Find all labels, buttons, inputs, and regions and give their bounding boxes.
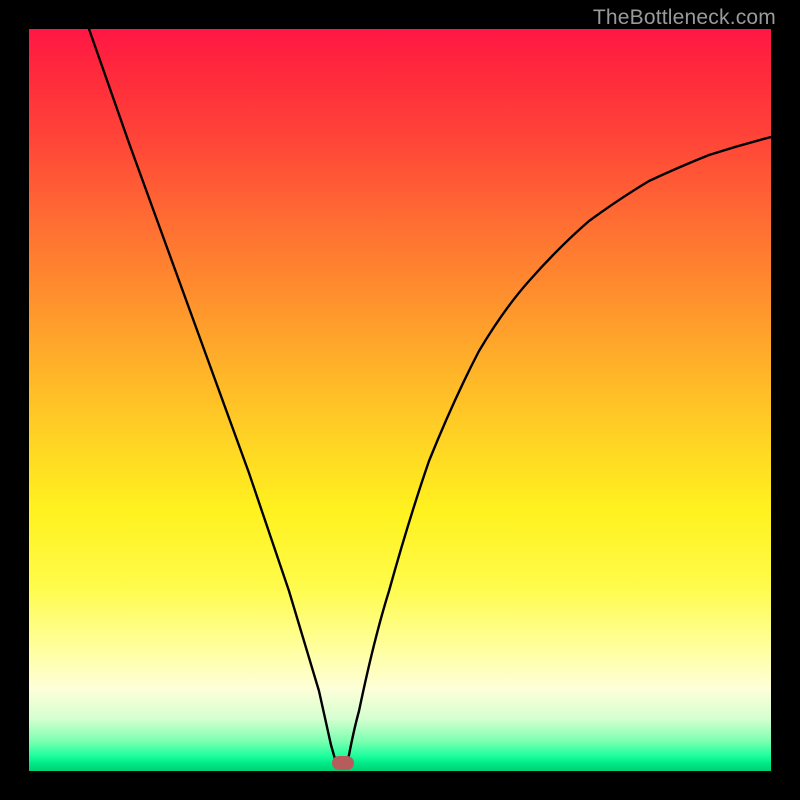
optimal-point-marker <box>332 756 354 770</box>
plot-area <box>29 29 771 771</box>
curve-path <box>89 29 771 767</box>
bottleneck-curve <box>29 29 771 771</box>
watermark-text: TheBottleneck.com <box>593 6 776 30</box>
